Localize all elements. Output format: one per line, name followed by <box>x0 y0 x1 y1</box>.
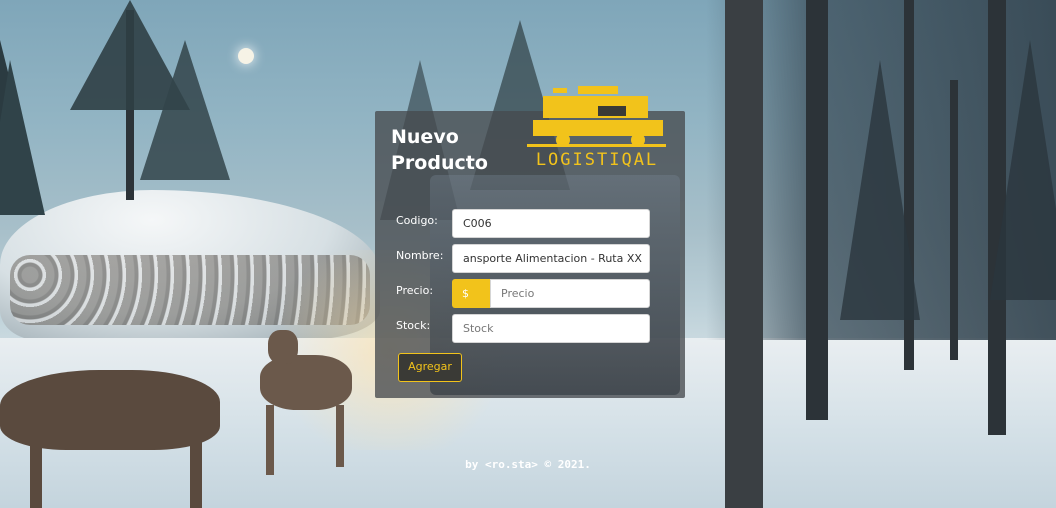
footer-credit: by <ro.sta> © 2021. <box>465 458 591 471</box>
reindeer-leg <box>30 440 42 508</box>
pine-tree <box>840 60 920 320</box>
form-title: Nuevo Producto <box>391 124 488 176</box>
precio-label: Precio: <box>396 284 434 297</box>
pine-tree <box>0 60 45 215</box>
nombre-label: Nombre: <box>396 249 444 262</box>
reindeer-right <box>260 355 352 410</box>
reindeer-head <box>268 330 298 364</box>
codigo-field[interactable]: C006 <box>452 209 650 238</box>
currency-addon: $ <box>452 279 490 308</box>
codigo-label: Codigo: <box>396 214 438 227</box>
stock-label: Stock: <box>396 319 431 332</box>
agregar-button[interactable]: Agregar <box>398 353 462 382</box>
logo-text: LOGISTIQAL <box>535 150 659 170</box>
form-title-line2: Producto <box>391 152 488 174</box>
nombre-field[interactable]: ansporte Alimentacion - Ruta XX <box>452 244 650 273</box>
pine-tree <box>990 40 1056 300</box>
stock-field[interactable]: Stock <box>452 314 650 343</box>
precio-field[interactable]: Precio <box>490 279 650 308</box>
form-title-line1: Nuevo <box>391 126 459 148</box>
reindeer-leg <box>190 440 202 508</box>
reindeer-left <box>0 370 220 450</box>
